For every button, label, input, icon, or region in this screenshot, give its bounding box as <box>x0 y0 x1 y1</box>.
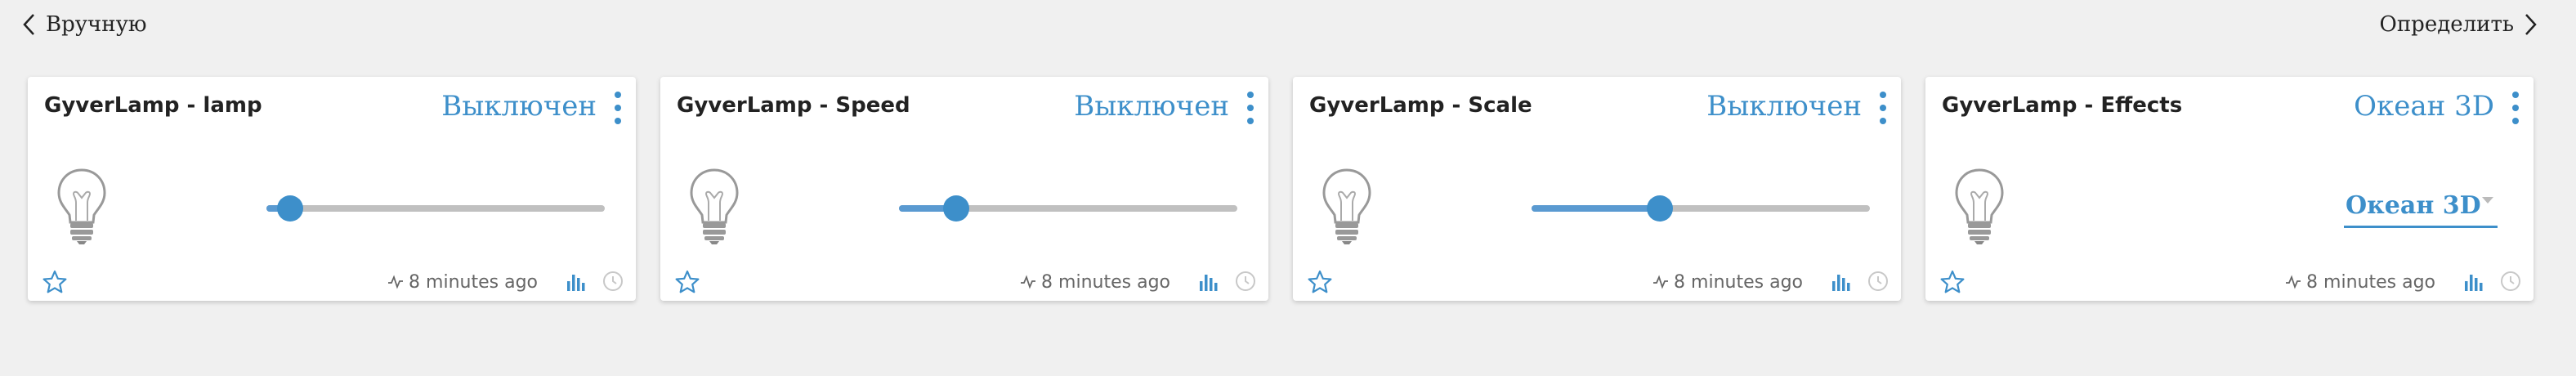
last-updated: 8 minutes ago <box>1020 270 1170 294</box>
star-outline-icon[interactable] <box>1308 270 1332 294</box>
back-button[interactable]: Вручную <box>21 8 147 41</box>
light-bulb-icon <box>1322 168 1371 244</box>
card-state[interactable]: Выключен <box>441 90 597 123</box>
scale-slider[interactable] <box>1532 195 1870 222</box>
history-icon[interactable] <box>2499 270 2522 293</box>
pulse-icon <box>1021 275 1036 289</box>
slider-thumb[interactable] <box>943 195 970 222</box>
kebab-menu-icon[interactable] <box>608 92 628 124</box>
bar-chart-icon[interactable] <box>1829 270 1852 293</box>
last-updated: 8 minutes ago <box>387 270 538 294</box>
device-card-lamp: GyverLamp - lamp Выключен 8 minutes ago <box>28 77 636 301</box>
pulse-icon <box>2286 275 2301 289</box>
card-state[interactable]: Выключен <box>1706 90 1862 123</box>
bar-chart-icon[interactable] <box>1196 270 1219 293</box>
slider-thumb[interactable] <box>1647 195 1674 222</box>
star-outline-icon[interactable] <box>42 270 67 294</box>
chevron-left-icon <box>23 14 34 35</box>
star-outline-icon[interactable] <box>675 270 700 294</box>
history-icon[interactable] <box>602 270 624 293</box>
last-updated-text: 8 minutes ago <box>409 271 538 293</box>
pulse-icon <box>388 275 404 289</box>
device-card-effects: GyverLamp - Effects Океан 3D Океан 3D 8 … <box>1925 77 2534 301</box>
last-updated: 8 minutes ago <box>2285 270 2435 294</box>
kebab-menu-icon[interactable] <box>1873 92 1893 124</box>
card-title: GyverLamp - lamp <box>44 93 262 118</box>
pulse-icon <box>1653 275 1669 289</box>
effect-select[interactable]: Океан 3D <box>2344 190 2498 228</box>
device-card-speed: GyverLamp - Speed Выключен 8 minutes ago <box>660 77 1268 301</box>
forward-button-label: Определить <box>2379 12 2514 37</box>
slider-track <box>266 205 605 212</box>
card-title: GyverLamp - Effects <box>1942 93 2183 118</box>
speed-slider[interactable] <box>899 195 1237 222</box>
kebab-menu-icon[interactable] <box>1241 92 1260 124</box>
star-outline-icon[interactable] <box>1940 270 1965 294</box>
last-updated-text: 8 minutes ago <box>1041 271 1170 293</box>
lamp-slider[interactable] <box>266 195 605 222</box>
bar-chart-icon[interactable] <box>2462 270 2484 293</box>
device-card-scale: GyverLamp - Scale Выключен 8 minutes ago <box>1293 77 1901 301</box>
chevron-right-icon <box>2525 14 2537 35</box>
back-button-label: Вручную <box>46 12 147 37</box>
light-bulb-icon <box>57 168 106 244</box>
light-bulb-icon <box>690 168 739 244</box>
light-bulb-icon <box>1955 168 2004 244</box>
history-icon[interactable] <box>1234 270 1257 293</box>
last-updated: 8 minutes ago <box>1652 270 1803 294</box>
card-title: GyverLamp - Scale <box>1309 93 1532 118</box>
last-updated-text: 8 minutes ago <box>2306 271 2435 293</box>
card-title: GyverLamp - Speed <box>677 93 910 118</box>
forward-button[interactable]: Определить <box>2380 8 2538 41</box>
history-icon[interactable] <box>1867 270 1890 293</box>
card-state[interactable]: Океан 3D <box>2354 90 2494 123</box>
kebab-menu-icon[interactable] <box>2506 92 2525 124</box>
slider-fill <box>1532 205 1661 212</box>
slider-thumb[interactable] <box>276 195 303 222</box>
top-bar: Вручную Определить <box>0 0 2576 49</box>
last-updated-text: 8 minutes ago <box>1674 271 1803 293</box>
chevron-down-icon <box>2482 197 2493 204</box>
effect-select-value: Океан 3D <box>2346 191 2481 220</box>
bar-chart-icon[interactable] <box>564 270 587 293</box>
card-state[interactable]: Выключен <box>1074 90 1229 123</box>
